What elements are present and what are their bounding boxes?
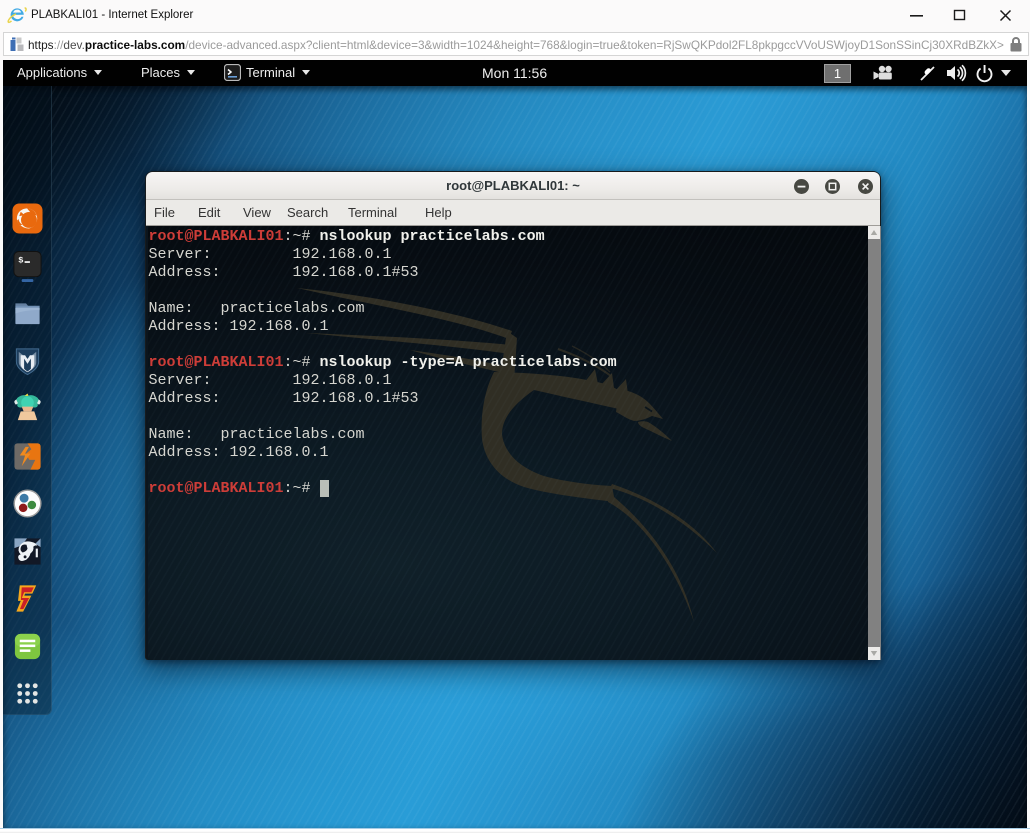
svg-text:$: $ [18, 255, 23, 265]
